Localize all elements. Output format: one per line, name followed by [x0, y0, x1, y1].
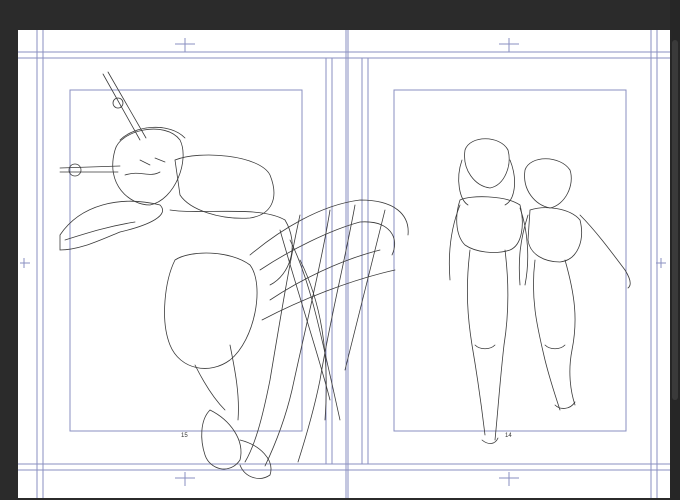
canvas-area[interactable]: 15 14	[0, 0, 680, 500]
right-page-number: 14	[505, 433, 512, 439]
vertical-scrollbar[interactable]	[670, 0, 680, 500]
scrollbar-thumb[interactable]	[672, 40, 678, 400]
left-page-number: 15	[181, 433, 188, 439]
right-page-sketch	[448, 138, 631, 444]
